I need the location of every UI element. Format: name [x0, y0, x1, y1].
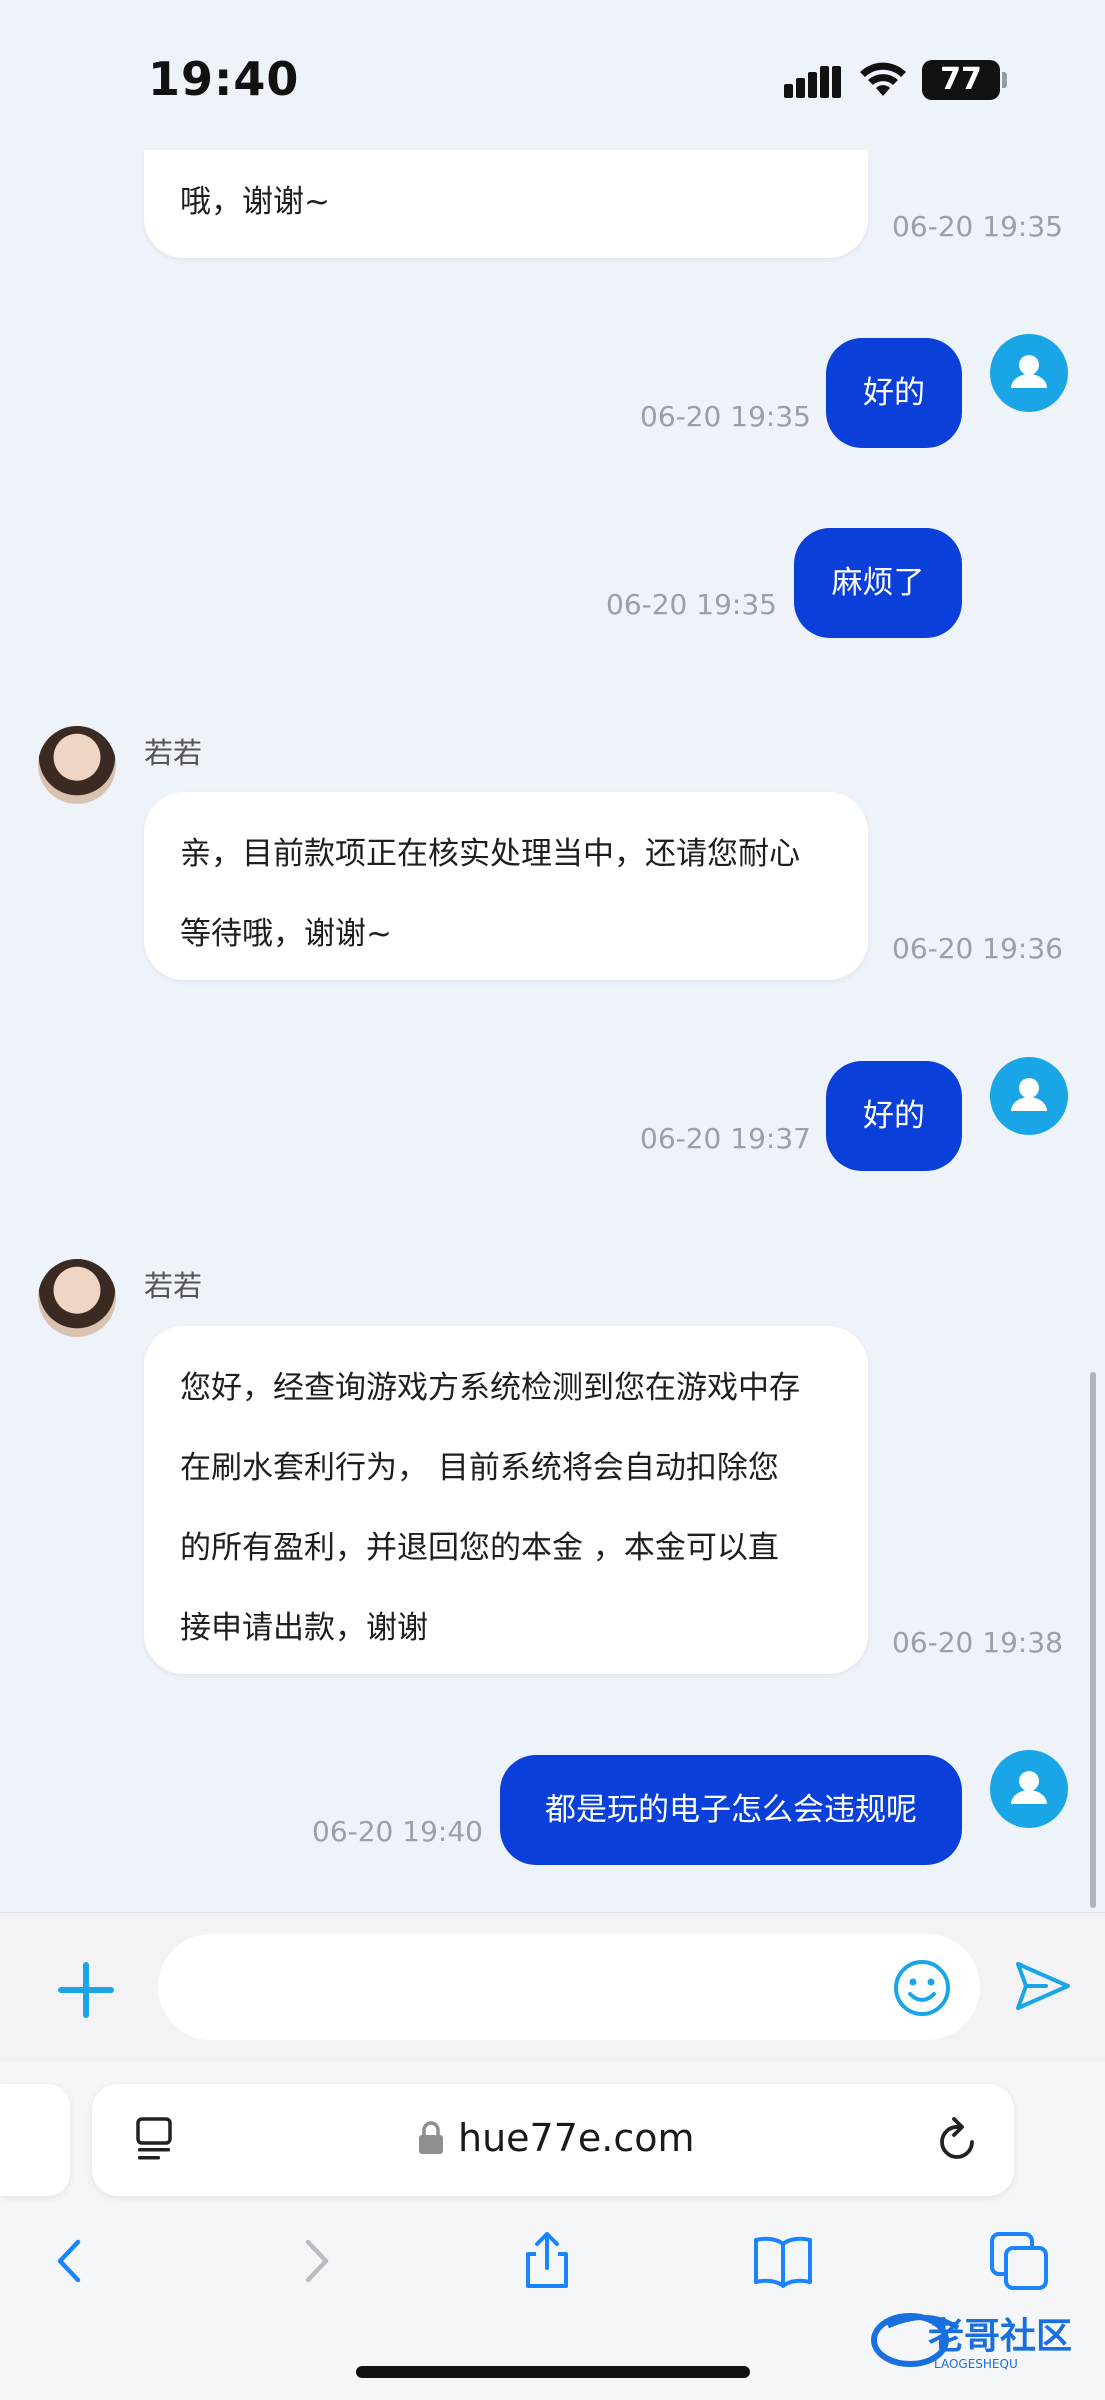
message-bubble-agent: 您好，经查询游戏方系统检测到您在游戏中存 在刷水套利行为， 目前系统将会自动扣除…: [144, 1326, 868, 1674]
message-text: 好的: [863, 375, 925, 411]
user-avatar: [990, 1057, 1068, 1135]
message-timestamp: 06-20 19:35: [892, 210, 1063, 243]
wifi-icon: [860, 62, 906, 96]
message-bubble-user: 好的: [826, 338, 962, 448]
user-avatar: [990, 1750, 1068, 1828]
send-icon[interactable]: [1012, 1956, 1072, 2016]
battery-indicator: 77: [922, 60, 1000, 100]
message-timestamp: 06-20 19:37: [640, 1122, 811, 1155]
battery-cap: [1002, 72, 1007, 88]
lock-icon: [419, 2121, 443, 2154]
user-icon: [1011, 1771, 1047, 1804]
emoji-icon[interactable]: [892, 1958, 952, 2018]
cellular-signal-icon: [784, 66, 841, 98]
chat-scrollbar[interactable]: [1090, 1372, 1096, 1908]
share-icon[interactable]: [516, 2230, 578, 2292]
watermark-logo: 老哥社区 LAOGESHEQU: [871, 2313, 1072, 2371]
message-timestamp: 06-20 19:35: [606, 588, 777, 621]
message-timestamp: 06-20 19:38: [892, 1626, 1063, 1659]
watermark-subtext: LAOGESHEQU: [934, 2357, 1018, 2371]
reload-icon[interactable]: [936, 2114, 980, 2162]
message-bubble-agent: 哦，谢谢~: [144, 150, 868, 258]
forward-icon[interactable]: [284, 2230, 346, 2292]
back-icon[interactable]: [40, 2230, 102, 2292]
message-text: 哦，谢谢~: [180, 184, 330, 220]
home-indicator[interactable]: [356, 2366, 750, 2378]
message-bubble-user: 好的: [826, 1061, 962, 1171]
message-line: 等待哦，谢谢~: [180, 916, 392, 952]
status-time: 19:40: [148, 52, 300, 106]
message-timestamp: 06-20 19:36: [892, 932, 1063, 965]
watermark-text: 老哥社区: [928, 2316, 1072, 2357]
message-bubble-agent: 亲，目前款项正在核实处理当中，还请您耐心 等待哦，谢谢~: [144, 792, 868, 980]
message-text: 都是玩的电子怎么会违规呢: [545, 1792, 917, 1828]
message-timestamp: 06-20 19:40: [312, 1815, 483, 1848]
message-line: 亲，目前款项正在核实处理当中，还请您耐心: [180, 836, 800, 872]
message-line: 接申请出款，谢谢: [180, 1610, 428, 1646]
agent-avatar: [38, 726, 116, 804]
plus-icon[interactable]: [56, 1960, 116, 2020]
url-text[interactable]: hue77e.com: [458, 2116, 695, 2160]
message-bubble-user: 都是玩的电子怎么会违规呢: [500, 1755, 962, 1865]
message-bubble-user: 麻烦了: [794, 528, 962, 638]
message-text: 麻烦了: [831, 565, 925, 601]
tabs-icon[interactable]: [988, 2230, 1050, 2292]
message-line: 您好，经查询游戏方系统检测到您在游戏中存: [180, 1370, 800, 1406]
user-avatar: [990, 334, 1068, 412]
bookmarks-icon[interactable]: [752, 2230, 814, 2292]
agent-name: 若若: [144, 736, 203, 770]
user-icon: [1011, 1078, 1047, 1111]
user-icon: [1011, 355, 1047, 388]
message-timestamp: 06-20 19:35: [640, 400, 811, 433]
message-text: 好的: [863, 1098, 925, 1134]
previous-tab-preview[interactable]: [0, 2084, 70, 2196]
agent-avatar: [38, 1259, 116, 1337]
reader-mode-icon[interactable]: [134, 2116, 174, 2162]
message-line: 在刷水套利行为， 目前系统将会自动扣除您: [180, 1450, 779, 1486]
message-line: 的所有盈利，并退回您的本金 ，本金可以直: [180, 1530, 779, 1566]
agent-name: 若若: [144, 1269, 203, 1303]
message-input[interactable]: [158, 1934, 980, 2040]
